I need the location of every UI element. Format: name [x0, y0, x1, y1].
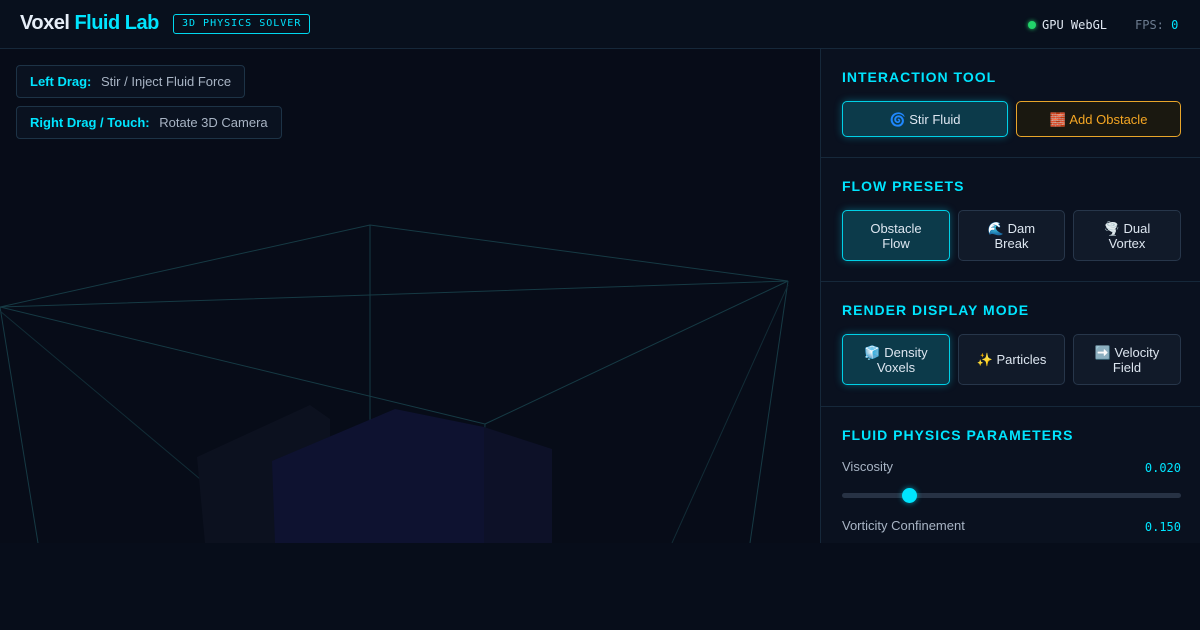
viscosity-value: 0.020: [1144, 461, 1181, 475]
viscosity-label: Viscosity: [842, 459, 894, 474]
section-title: RENDER DISPLAY MODE: [842, 302, 1030, 318]
gpu-status: GPU WebGL: [1028, 18, 1107, 32]
app-header: Voxel Fluid Lab 3D PHYSICS SOLVER GPU We…: [0, 0, 1200, 49]
status-dot-icon: [1028, 21, 1036, 29]
hint-value: Rotate 3D Camera: [159, 115, 268, 130]
preset-dual-vortex-button[interactable]: 🌪️ Dual Vortex: [1073, 210, 1181, 261]
box-edge: [0, 306, 486, 425]
stir-fluid-button[interactable]: 🌀 Stir Fluid: [842, 101, 1008, 137]
add-obstacle-button[interactable]: 🧱 Add Obstacle: [1016, 101, 1181, 137]
hint-left-drag: Left Drag: Stir / Inject Fluid Force: [16, 65, 246, 98]
box-edge: [749, 280, 789, 543]
button-label-line1: ➡️ Velocity: [1094, 344, 1160, 360]
fluid-viewport-canvas[interactable]: Left Drag: Stir / Inject Fluid Force Rig…: [0, 49, 820, 543]
button-label-line1: 🌪️ Dual: [1103, 220, 1151, 236]
box-edge: [671, 284, 789, 543]
button-label-line1: Obstacle: [870, 220, 922, 236]
hint-key: Left Drag:: [30, 74, 92, 89]
app-title-word2: Fluid Lab: [74, 12, 159, 34]
hint-key: Right Drag / Touch:: [30, 115, 150, 130]
preset-dam-break-button[interactable]: 🌊 Dam Break: [958, 210, 1065, 261]
section-title: FLOW PRESETS: [842, 178, 965, 194]
render-velocity-field-button[interactable]: ➡️ Velocity Field: [1073, 334, 1181, 385]
vorticity-value: 0.150: [1144, 520, 1181, 534]
interaction-tool-section: INTERACTION TOOL 🌀 Stir Fluid 🧱 Add Obst…: [821, 49, 1200, 158]
button-label-line2: Field: [1112, 359, 1142, 375]
vorticity-label: Vorticity Confinement: [842, 518, 965, 533]
flow-presets-section: FLOW PRESETS Obstacle Flow 🌊 Dam Break 🌪…: [821, 158, 1200, 282]
fps-label: FPS:: [1135, 18, 1164, 32]
button-label-line2: Voxels: [876, 359, 916, 375]
section-title: FLUID PHYSICS PARAMETERS: [842, 427, 1074, 443]
hint-value: Stir / Inject Fluid Force: [101, 74, 232, 89]
section-title: INTERACTION TOOL: [842, 69, 997, 85]
gpu-label: GPU WebGL: [1042, 18, 1108, 32]
button-label-line2: Vortex: [1108, 235, 1146, 251]
brick-icon: 🧱: [1049, 111, 1066, 127]
box-edge: [484, 280, 789, 425]
solver-badge: 3D PHYSICS SOLVER: [173, 14, 311, 34]
box-edge: [0, 310, 201, 480]
fps-readout: FPS: 0: [1135, 18, 1178, 32]
button-label-line1: 🌊 Dam: [987, 220, 1036, 236]
control-panel: INTERACTION TOOL 🌀 Stir Fluid 🧱 Add Obst…: [820, 49, 1200, 543]
hint-right-drag: Right Drag / Touch: Rotate 3D Camera: [16, 106, 282, 139]
render-particles-button[interactable]: ✨ Particles: [958, 334, 1065, 385]
button-label: Add Obstacle: [1069, 111, 1148, 127]
viscosity-slider[interactable]: [842, 488, 1181, 503]
button-label: Stir Fluid: [909, 111, 961, 127]
fps-value: 0: [1171, 18, 1179, 32]
render-mode-section: RENDER DISPLAY MODE 🧊 Density Voxels ✨ P…: [821, 282, 1200, 407]
preset-obstacle-flow-button[interactable]: Obstacle Flow: [842, 210, 950, 261]
render-density-voxels-button[interactable]: 🧊 Density Voxels: [842, 334, 950, 385]
button-label-line2: Break: [994, 235, 1029, 251]
box-back-face: [0, 224, 789, 308]
viscosity-slider-thumb[interactable]: [902, 488, 918, 503]
app-title-word1: Voxel: [20, 12, 70, 34]
whirl-icon: 🌀: [889, 111, 906, 127]
button-label-line2: Flow: [882, 235, 910, 251]
button-label-line1: ✨ Particles: [976, 352, 1047, 367]
density-voxel-block: [484, 427, 552, 543]
physics-params-section: FLUID PHYSICS PARAMETERS Viscosity 0.020…: [821, 407, 1200, 543]
box-edge: [0, 306, 39, 543]
button-label-line1: 🧊 Density: [864, 344, 928, 360]
app-title: Voxel Fluid Lab: [20, 12, 159, 35]
